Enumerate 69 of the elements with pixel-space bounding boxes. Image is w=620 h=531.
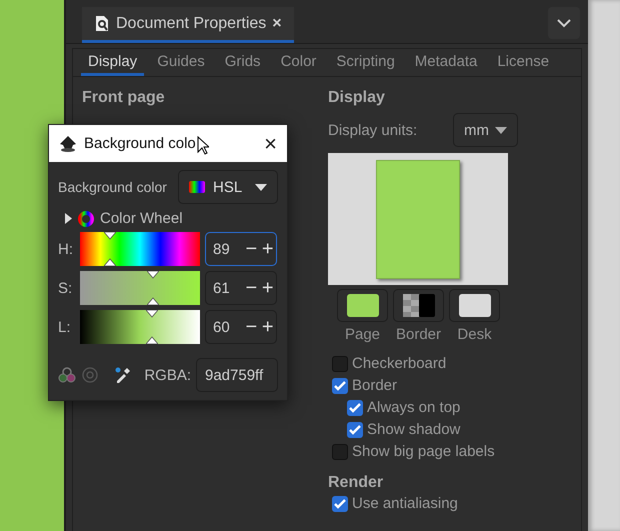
units-label: Display units: — [328, 122, 418, 138]
target-icon — [82, 367, 98, 383]
check-icon — [349, 424, 361, 434]
channel-label: H: — [58, 240, 74, 258]
cursor-icon — [196, 136, 209, 155]
caret-icon — [255, 184, 267, 190]
swatch-label: Desk — [457, 326, 492, 343]
dialog-title: Background colo — [84, 135, 196, 152]
slider-thumb[interactable] — [146, 310, 158, 344]
channel-label: L: — [58, 318, 72, 336]
swatch-label: Border — [396, 326, 442, 343]
number-field[interactable]: 61 − + — [205, 271, 277, 305]
channel-label: S: — [58, 280, 74, 296]
tab[interactable]: Grids — [218, 49, 268, 76]
check-icon — [334, 380, 346, 390]
swatch-label: Page — [344, 326, 380, 343]
tab[interactable]: Guides — [150, 49, 212, 76]
caret-icon — [495, 126, 507, 134]
number-field[interactable]: 89 − + — [205, 232, 277, 266]
color-wheel-expander[interactable]: Color Wheel — [65, 210, 278, 227]
color-swatch-button[interactable] — [337, 289, 388, 322]
checkbox-option[interactable]: Border — [332, 377, 518, 394]
tab[interactable]: Display — [81, 49, 144, 76]
checkbox-option[interactable]: Always on top — [347, 399, 518, 416]
plus-button[interactable]: + — [260, 272, 276, 304]
checkbox-option[interactable]: Use antialiasing — [332, 495, 518, 512]
color-slider[interactable] — [80, 271, 200, 305]
section-heading: Render — [328, 474, 384, 492]
color-wheel-icon — [78, 210, 94, 226]
checkbox-option[interactable]: Show big page labels — [332, 443, 518, 460]
minus-button[interactable]: − — [243, 311, 260, 343]
checkbox-option[interactable]: Checkerboard — [332, 355, 518, 372]
dock-tab[interactable]: Document Properties × — [82, 7, 294, 43]
tab[interactable]: Color — [274, 49, 324, 76]
color-swatch-button[interactable] — [449, 289, 500, 322]
document-icon — [94, 15, 110, 32]
spectrum-icon — [189, 181, 205, 193]
check-icon — [349, 402, 361, 412]
expander-arrow-icon — [65, 213, 72, 224]
close-button[interactable]: × — [272, 14, 282, 32]
number-field[interactable]: 60 − + — [205, 310, 277, 344]
color-slider[interactable] — [80, 310, 200, 344]
close-button[interactable]: × — [264, 132, 277, 154]
rgba-field[interactable]: 9ad759ff — [196, 358, 278, 392]
tab[interactable]: Scripting — [329, 49, 402, 76]
slider-thumb[interactable] — [104, 232, 116, 266]
section-heading: Front page — [82, 89, 166, 107]
color-slider[interactable] — [80, 232, 200, 266]
mode-dropdown[interactable]: HSL — [178, 170, 278, 204]
tab[interactable]: License — [490, 49, 556, 76]
chevron-button[interactable] — [548, 7, 580, 39]
color-swatch-button[interactable] — [393, 289, 444, 322]
tab[interactable]: Metadata — [408, 49, 484, 76]
tab-title: Document Properties — [116, 14, 266, 32]
chevron-icon — [557, 18, 571, 28]
units-dropdown[interactable]: mm — [453, 113, 518, 147]
slider-thumb[interactable] — [147, 271, 160, 305]
plus-button[interactable]: + — [260, 233, 276, 265]
field-label: Background color — [58, 179, 167, 195]
minus-button[interactable]: − — [243, 233, 260, 265]
app-icon — [59, 136, 77, 152]
eyedropper-icon[interactable] — [114, 366, 132, 384]
color-circles-icon — [58, 366, 76, 384]
section-heading: Display — [328, 89, 386, 107]
minus-button[interactable]: − — [243, 272, 260, 304]
checkbox-option[interactable]: Show shadow — [347, 421, 518, 438]
rgba-label: RGBA: — [144, 366, 191, 384]
plus-button[interactable]: + — [260, 311, 276, 343]
check-icon — [334, 498, 346, 508]
